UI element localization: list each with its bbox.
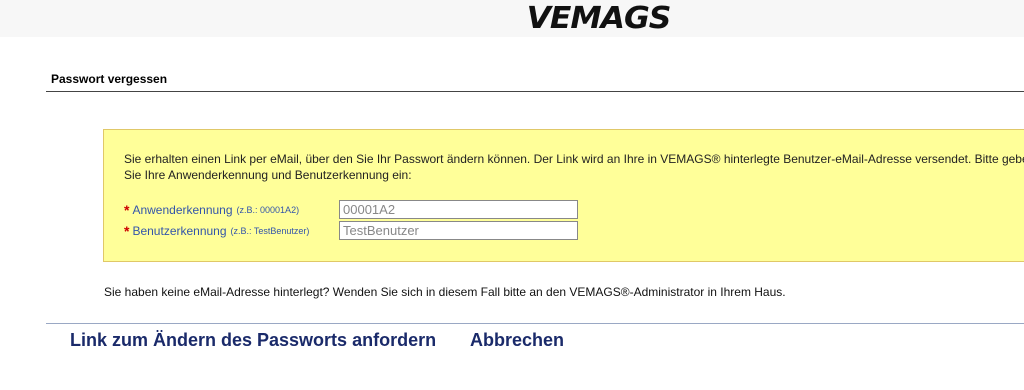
required-marker: * xyxy=(124,223,130,239)
page-title: Passwort vergessen xyxy=(51,72,168,86)
info-panel: Sie erhalten einen Link per eMail, über … xyxy=(103,129,1024,262)
required-marker: * xyxy=(124,202,130,218)
info-text: Sie erhalten einen Link per eMail, über … xyxy=(124,152,1024,182)
anwenderkennung-hint: (z.B.: 00001A2) xyxy=(236,205,300,215)
request-password-link-button[interactable]: Link zum Ändern des Passworts anfordern xyxy=(70,330,436,351)
benutzerkennung-input[interactable] xyxy=(339,221,578,240)
title-divider xyxy=(46,91,1024,92)
logo-text: VEMAGS xyxy=(526,0,672,36)
vemags-logo: VEMAGS xyxy=(527,1,672,36)
benutzerkennung-label: Benutzerkennung xyxy=(132,224,227,238)
anwenderkennung-label: Anwenderkennung xyxy=(132,203,233,217)
no-email-note: Sie haben keine eMail-Adresse hinterlegt… xyxy=(104,285,786,299)
top-header-bar: VEMAGS xyxy=(0,0,1024,37)
cancel-button[interactable]: Abbrechen xyxy=(470,330,564,351)
anwenderkennung-label-row: * Anwenderkennung (z.B.: 00001A2) xyxy=(124,200,299,220)
benutzerkennung-hint: (z.B.: TestBenutzer) xyxy=(230,226,310,236)
benutzerkennung-label-row: * Benutzerkennung (z.B.: TestBenutzer) xyxy=(124,221,309,241)
anwenderkennung-input[interactable] xyxy=(339,200,578,219)
actions-divider xyxy=(46,323,1024,324)
